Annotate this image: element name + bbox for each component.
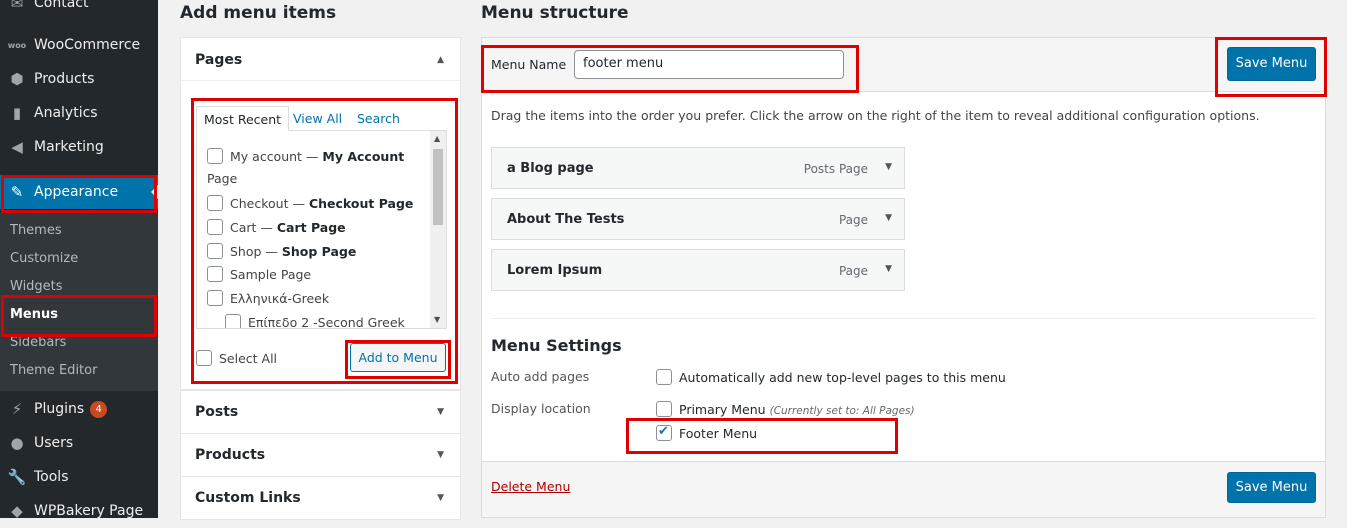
nav-products[interactable]: ⬢ Products — [0, 62, 158, 96]
nav-appearance[interactable]: ✎ Appearance — [0, 175, 158, 209]
submenu-sidebars[interactable]: Sidebars — [10, 335, 66, 350]
auto-add-checkbox[interactable] — [656, 369, 672, 385]
scroll-up-icon[interactable]: ▲ — [434, 134, 440, 143]
menu-settings-title: Menu Settings — [491, 336, 622, 355]
save-menu-button-bottom[interactable]: Save Menu — [1227, 472, 1316, 503]
display-location-label: Display location — [491, 401, 591, 416]
nav-marketing[interactable]: ◀ Marketing — [0, 130, 158, 164]
custom-links-title: Custom Links — [195, 490, 301, 506]
custom-links-accordion[interactable]: Custom Links ▼ — [180, 476, 461, 520]
submenu-customize[interactable]: Customize — [10, 251, 78, 266]
posts-accordion[interactable]: Posts ▼ — [180, 390, 461, 434]
nav-contact[interactable]: ✉ Contact — [0, 0, 158, 20]
nav-plugins[interactable]: ⚡ Plugins 4 — [0, 392, 158, 426]
brush-icon: ✎ — [10, 183, 24, 201]
pages-title: Pages — [195, 52, 243, 68]
page-item-my-account[interactable]: My account — My Account Page — [207, 146, 417, 190]
chevron-down-icon[interactable]: ▼ — [885, 213, 892, 223]
save-menu-button-top[interactable]: Save Menu — [1227, 47, 1316, 81]
nav-users[interactable]: ● Users — [0, 426, 158, 460]
menu-name-label: Menu Name — [491, 57, 567, 72]
nav-wpbakery[interactable]: ◆ WPBakery Page — [0, 494, 158, 528]
menu-item-lorem[interactable]: Lorem Ipsum Page ▼ — [491, 249, 905, 291]
menu-footer — [481, 461, 1326, 518]
chevron-up-icon: ▲ — [437, 55, 444, 65]
chevron-down-icon: ▼ — [437, 493, 444, 503]
tab-search[interactable]: Search — [350, 106, 407, 131]
admin-sidebar: ✉ Contact woo WooCommerce ⬢ Products ▮ Analy… — [0, 0, 158, 520]
plugins-update-badge: 4 — [90, 400, 108, 418]
scroll-down-icon[interactable]: ▼ — [434, 315, 440, 324]
primary-menu-option[interactable]: Primary Menu (Currently set to: All Page… — [656, 401, 915, 417]
user-icon: ● — [10, 434, 24, 452]
checkbox[interactable] — [207, 195, 223, 211]
page-item-greek[interactable]: Ελληνικά-Greek — [207, 288, 329, 310]
menu-instructions: Drag the items into the order you prefer… — [491, 108, 1260, 123]
checkbox[interactable] — [207, 219, 223, 235]
select-all-checkbox[interactable] — [196, 350, 212, 366]
menu-item-blog[interactable]: a Blog page Posts Page ▼ — [491, 147, 905, 189]
menu-name-input[interactable]: footer menu — [574, 50, 844, 79]
submenu-theme-editor[interactable]: Theme Editor — [10, 363, 97, 378]
submenu-widgets[interactable]: Widgets — [10, 279, 63, 294]
bar-chart-icon: ▮ — [12, 104, 22, 122]
primary-menu-checkbox[interactable] — [656, 401, 672, 417]
pages-accordion-header[interactable]: Pages ▲ — [181, 38, 460, 81]
checkbox[interactable] — [207, 148, 223, 164]
checkbox[interactable] — [207, 266, 223, 282]
add-menu-items-heading: Add menu items — [180, 3, 337, 23]
menu-structure-heading: Menu structure — [481, 3, 629, 23]
appearance-submenu: Themes Customize Widgets Menus Sidebars … — [0, 213, 158, 391]
footer-menu-option[interactable]: Footer Menu — [656, 424, 757, 441]
nav-woocommerce[interactable]: woo WooCommerce — [0, 28, 158, 62]
pages-tabs: Most Recent View All Search — [196, 106, 447, 131]
scrollbar-thumb[interactable] — [433, 149, 443, 225]
page-item-second-greek[interactable]: Επίπεδο 2 -Second Greek — [225, 312, 405, 328]
footer-menu-checkbox[interactable] — [656, 424, 672, 441]
plug-icon: ⚡ — [11, 400, 23, 418]
page-item-cart[interactable]: Cart — Cart Page — [207, 217, 346, 239]
checkbox[interactable] — [225, 314, 241, 328]
auto-add-option[interactable]: Automatically add new top-level pages to… — [656, 369, 1006, 385]
add-to-menu-button[interactable]: Add to Menu — [350, 343, 446, 372]
nav-tools[interactable]: 🔧 Tools — [0, 460, 158, 494]
checkbox[interactable] — [207, 243, 223, 259]
woo-icon: woo — [7, 40, 27, 50]
wpbakery-icon: ◆ — [11, 502, 23, 520]
chevron-down-icon[interactable]: ▼ — [885, 162, 892, 172]
delete-menu-link[interactable]: Delete Menu — [491, 479, 570, 494]
page-item-shop[interactable]: Shop — Shop Page — [207, 241, 356, 263]
checkbox[interactable] — [207, 290, 223, 306]
products-title: Products — [195, 447, 266, 463]
page-item-sample[interactable]: Sample Page — [207, 264, 311, 286]
page-item-checkout[interactable]: Checkout — Checkout Page — [207, 193, 413, 215]
envelope-icon: ✉ — [10, 0, 24, 12]
divider — [491, 318, 1316, 319]
select-all[interactable]: Select All — [196, 350, 277, 366]
posts-title: Posts — [195, 404, 239, 420]
submenu-themes[interactable]: Themes — [10, 223, 62, 238]
tab-most-recent[interactable]: Most Recent — [196, 106, 290, 131]
box-icon: ⬢ — [10, 70, 24, 88]
chevron-down-icon: ▼ — [437, 450, 444, 460]
auto-add-label: Auto add pages — [491, 369, 590, 384]
megaphone-icon: ◀ — [11, 138, 23, 156]
submenu-menus[interactable]: Menus — [10, 307, 58, 322]
chevron-down-icon: ▼ — [437, 407, 444, 417]
pages-checklist: My account — My Account Page Checkout — C… — [196, 131, 447, 329]
tab-view-all[interactable]: View All — [286, 106, 349, 131]
chevron-down-icon[interactable]: ▼ — [885, 264, 892, 274]
pages-scrollbar[interactable]: ▲ ▼ — [430, 131, 446, 328]
nav-analytics[interactable]: ▮ Analytics — [0, 96, 158, 130]
menu-item-about[interactable]: About The Tests Page ▼ — [491, 198, 905, 240]
wrench-icon: 🔧 — [7, 468, 27, 486]
products-accordion[interactable]: Products ▼ — [180, 433, 461, 477]
